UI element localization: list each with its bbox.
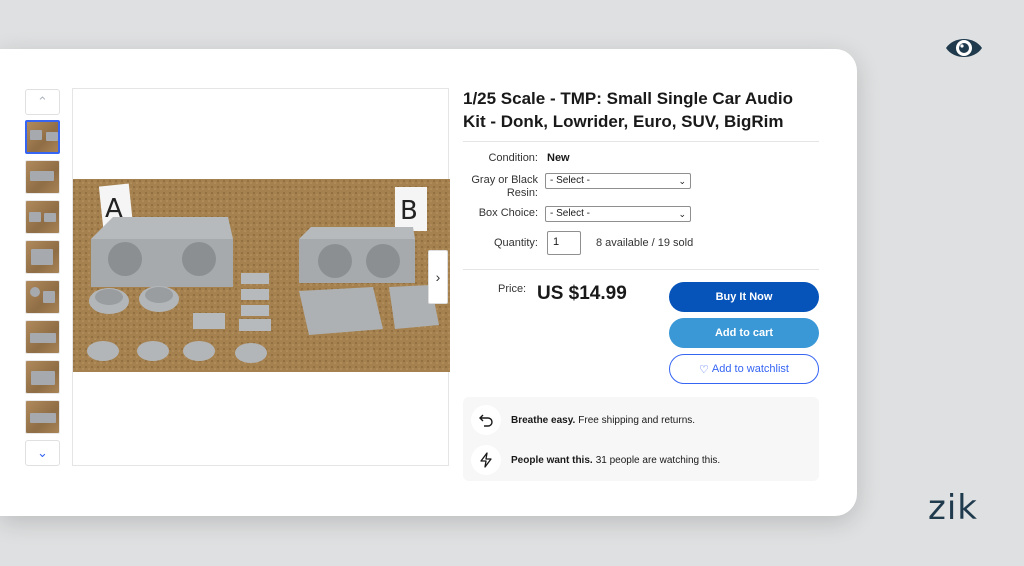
heart-icon: ♡ <box>699 363 709 376</box>
chevron-down-icon: ⌄ <box>37 445 48 460</box>
divider <box>463 269 819 270</box>
watchlist-label: Add to watchlist <box>711 363 789 375</box>
perk-people-watching: People want this. 31 people are watching… <box>471 445 720 475</box>
brand-logo-text: zik <box>928 488 978 528</box>
thumb-scroll-up-button[interactable]: ⌃ <box>25 89 60 115</box>
box-choice-select-value: - Select - <box>550 208 591 219</box>
thumbnail-7[interactable] <box>25 360 60 394</box>
listing-title: 1/25 Scale - TMP: Small Single Car Audio… <box>463 89 794 131</box>
availability-text: 8 available / 19 sold <box>596 237 694 249</box>
box-choice-label: Box Choice: <box>478 207 538 219</box>
chevron-down-icon: ⌄ <box>678 209 686 219</box>
resin-label: Gray or Black Resin: <box>471 174 538 199</box>
quantity-input[interactable]: 1 <box>547 231 581 255</box>
thumbnail-4[interactable] <box>25 240 60 274</box>
product-photo: A B <box>73 179 450 372</box>
main-product-image[interactable]: A B <box>72 88 450 466</box>
buy-it-now-button[interactable]: Buy It Now <box>669 282 819 312</box>
resin-select[interactable]: - Select - ⌄ <box>545 173 691 189</box>
condition-label: Condition: <box>488 152 538 164</box>
perk-title: People want this. <box>511 454 593 466</box>
thumbnail-5[interactable] <box>25 280 60 314</box>
perk-text: Free shipping and returns. <box>578 414 696 426</box>
eye-icon <box>946 39 982 57</box>
thumbnail-3[interactable] <box>25 200 60 234</box>
perk-free-shipping: Breathe easy. Free shipping and returns. <box>471 405 695 435</box>
thumbnail-8[interactable] <box>25 400 60 434</box>
quantity-label: Quantity: <box>493 237 538 249</box>
thumbnail-2[interactable] <box>25 160 60 194</box>
add-to-watchlist-button[interactable]: ♡ Add to watchlist <box>669 354 819 384</box>
divider <box>463 141 819 142</box>
condition-value: New <box>547 152 570 164</box>
chevron-down-icon: ⌄ <box>678 176 686 186</box>
lightning-icon <box>471 445 501 475</box>
perk-text: 31 people are watching this. <box>595 454 721 466</box>
thumbnail-1[interactable] <box>25 120 60 154</box>
price-label: Price: <box>498 283 527 295</box>
chevron-up-icon: ⌃ <box>37 94 48 109</box>
chevron-right-icon: › <box>435 269 441 285</box>
thumbnail-strip: ⌃ ⌄ <box>25 89 61 466</box>
thumbnail-6[interactable] <box>25 320 60 354</box>
image-next-button[interactable]: › <box>428 250 448 304</box>
price-value: US $14.99 <box>537 283 627 304</box>
perk-title: Breathe easy. <box>511 414 576 426</box>
add-to-cart-button[interactable]: Add to cart <box>669 318 819 348</box>
product-card: ⌃ ⌄ A B › 1/25 Scale - TMP: Small Single… <box>0 49 857 516</box>
thumb-scroll-down-button[interactable]: ⌄ <box>25 440 60 466</box>
photo-label-b: B <box>400 196 418 226</box>
return-arrow-icon <box>471 405 501 435</box>
perks-box: Breathe easy. Free shipping and returns.… <box>463 397 819 481</box>
listing-info: 1/25 Scale - TMP: Small Single Car Audio… <box>463 87 819 142</box>
resin-select-value: - Select - <box>550 175 591 186</box>
box-choice-select[interactable]: - Select - ⌄ <box>545 206 691 222</box>
